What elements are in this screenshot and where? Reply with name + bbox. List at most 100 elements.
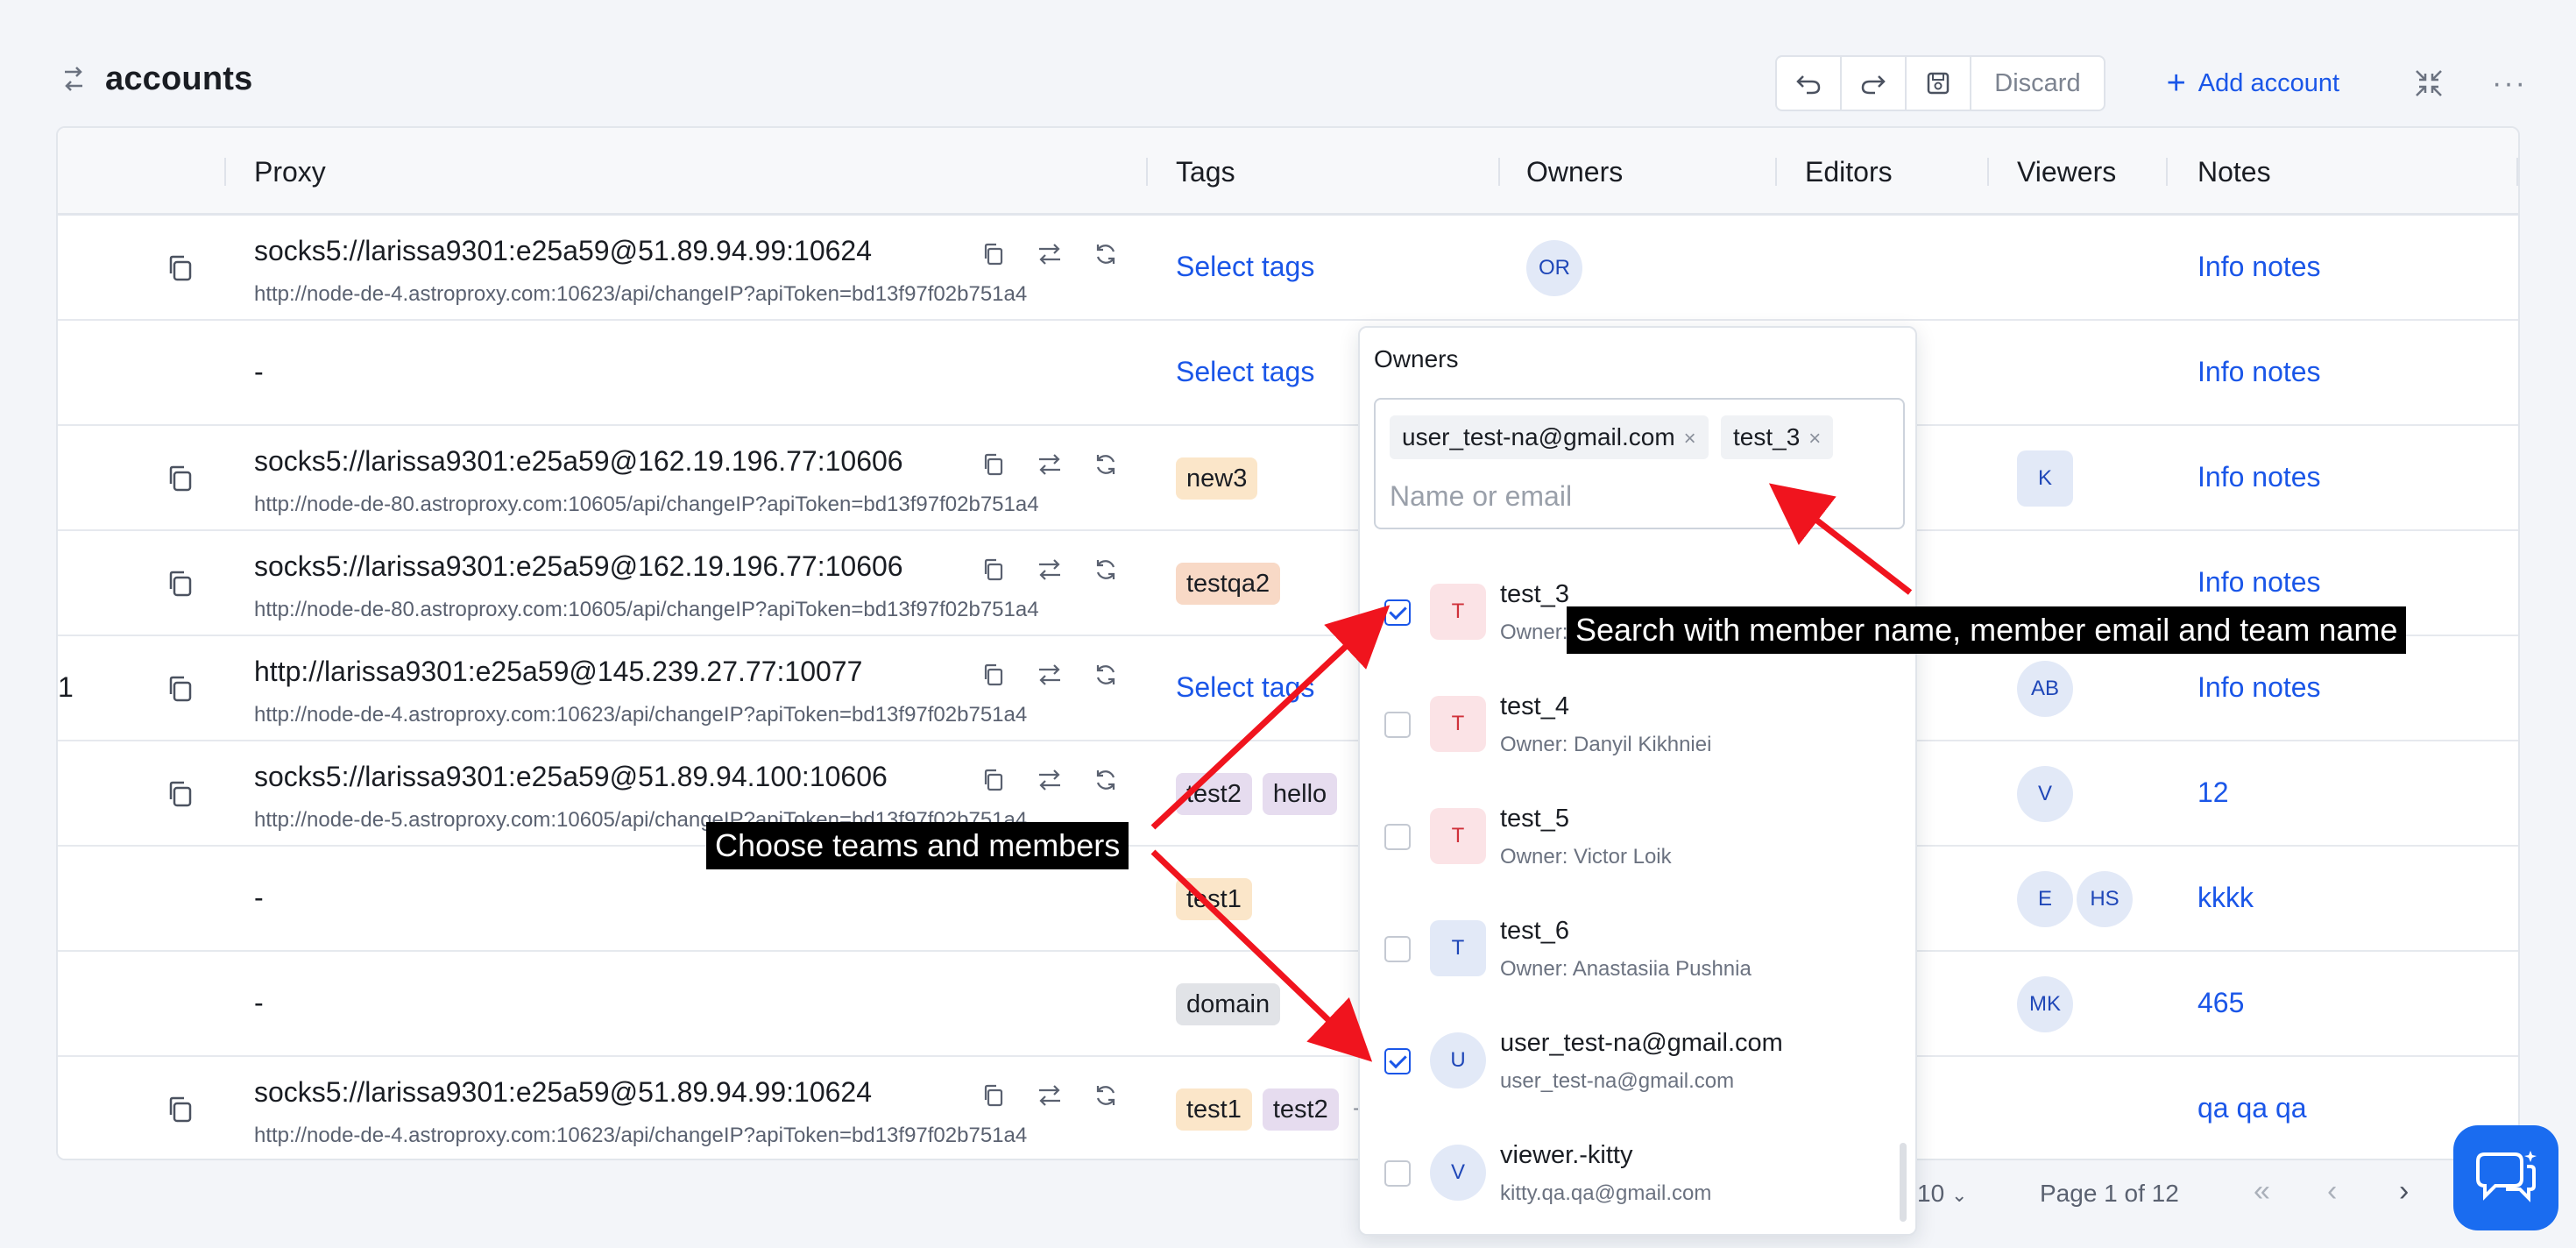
option-subtitle: Owner: Victor Loik bbox=[1500, 845, 1672, 869]
copy-proxy-icon[interactable] bbox=[978, 554, 1009, 585]
checkbox[interactable] bbox=[1384, 936, 1411, 962]
select-tags-link[interactable]: Select tags bbox=[1176, 671, 1314, 704]
notes-link[interactable]: kkkk bbox=[2197, 882, 2254, 914]
owners-search-field[interactable]: user_test-na@gmail.com × test_3 × Name or … bbox=[1374, 398, 1905, 529]
next-page-icon[interactable]: › bbox=[2399, 1174, 2409, 1209]
table-header: Proxy Tags Owners Editors Viewers Notes bbox=[58, 128, 2518, 216]
search-placeholder[interactable]: Name or email bbox=[1390, 480, 1572, 513]
owners-cell[interactable]: OR bbox=[1526, 240, 1582, 296]
refresh-icon[interactable] bbox=[1090, 554, 1122, 585]
column-header-tags[interactable]: Tags bbox=[1176, 128, 1235, 216]
copy-proxy-icon[interactable] bbox=[978, 1080, 1009, 1111]
viewers-cell[interactable]: E HS bbox=[2017, 871, 2133, 927]
notes-link[interactable]: Info notes bbox=[2197, 461, 2321, 493]
notes-link[interactable]: Info notes bbox=[2197, 566, 2321, 599]
tags-cell[interactable]: testqa2 bbox=[1176, 563, 1281, 605]
tags-cell[interactable]: domain bbox=[1176, 983, 1281, 1025]
dropdown-option[interactable]: T test_4 Owner: Danyil Kikhniei bbox=[1374, 680, 1900, 785]
checkbox[interactable] bbox=[1384, 824, 1411, 850]
refresh-icon[interactable] bbox=[1090, 764, 1122, 796]
tags-cell[interactable]: new3 bbox=[1176, 457, 1258, 500]
column-header-notes[interactable]: Notes bbox=[2197, 128, 2271, 216]
checkbox-checked[interactable] bbox=[1384, 1048, 1411, 1074]
checkbox[interactable] bbox=[1384, 712, 1411, 738]
swap-icon[interactable] bbox=[1034, 449, 1065, 480]
copy-proxy-icon[interactable] bbox=[978, 238, 1009, 270]
proxy-change-ip-url: http://node-de-4.astroproxy.com:10623/ap… bbox=[254, 703, 1028, 727]
swap-icon[interactable] bbox=[1034, 554, 1065, 585]
copy-icon[interactable] bbox=[165, 673, 196, 705]
dropdown-option[interactable]: T test_5 Owner: Victor Loik bbox=[1374, 792, 1900, 897]
more-menu-button[interactable]: ··· bbox=[2492, 67, 2527, 101]
copy-icon[interactable] bbox=[165, 568, 196, 599]
row-actions bbox=[978, 764, 1122, 796]
swap-icon[interactable] bbox=[1034, 238, 1065, 270]
column-header-viewers[interactable]: Viewers bbox=[2017, 128, 2116, 216]
tag: testqa2 bbox=[1176, 563, 1281, 605]
column-header-owners[interactable]: Owners bbox=[1526, 128, 1623, 216]
viewers-cell[interactable]: V bbox=[2017, 766, 2073, 822]
column-separator[interactable] bbox=[2516, 158, 2518, 186]
copy-icon[interactable] bbox=[165, 463, 196, 494]
notes-link[interactable]: Info notes bbox=[2197, 356, 2321, 388]
tags-cell[interactable]: test1 test2 + bbox=[1176, 1088, 1371, 1131]
column-separator[interactable] bbox=[1775, 158, 1777, 186]
refresh-icon[interactable] bbox=[1090, 659, 1122, 691]
prev-page-icon[interactable]: ‹ bbox=[2327, 1174, 2337, 1209]
checkbox[interactable] bbox=[1384, 1160, 1411, 1187]
copy-icon[interactable] bbox=[165, 778, 196, 810]
tags-cell[interactable]: test2 hello bbox=[1176, 773, 1338, 815]
proxy-address: - bbox=[254, 882, 264, 913]
tags-cell[interactable]: test1 bbox=[1176, 878, 1252, 920]
collapse-button[interactable] bbox=[2411, 66, 2446, 101]
chip-remove-icon[interactable]: × bbox=[1684, 427, 1696, 450]
dropdown-option[interactable]: V viewer.-kitty kitty.qa.qa@gmail.com bbox=[1374, 1129, 1900, 1234]
page-indicator: Page 1 of 12 bbox=[2040, 1180, 2179, 1207]
column-separator[interactable] bbox=[2166, 158, 2168, 186]
notes-link[interactable]: Info notes bbox=[2197, 251, 2321, 283]
swap-icon[interactable] bbox=[1034, 659, 1065, 691]
column-header-editors[interactable]: Editors bbox=[1805, 128, 1893, 216]
add-account-button[interactable]: + Add account bbox=[2167, 67, 2339, 100]
copy-icon[interactable] bbox=[165, 252, 196, 284]
support-chat-button[interactable] bbox=[2453, 1125, 2558, 1230]
copy-icon[interactable] bbox=[165, 1094, 196, 1125]
column-separator[interactable] bbox=[1498, 158, 1500, 186]
column-header-proxy[interactable]: Proxy bbox=[254, 128, 326, 216]
avatar: MK bbox=[2017, 976, 2073, 1032]
column-separator[interactable] bbox=[224, 158, 226, 186]
refresh-icon[interactable] bbox=[1090, 1080, 1122, 1111]
copy-proxy-icon[interactable] bbox=[978, 659, 1009, 691]
swap-icon[interactable] bbox=[1034, 1080, 1065, 1111]
copy-proxy-icon[interactable] bbox=[978, 449, 1009, 480]
swap-icon[interactable] bbox=[1034, 764, 1065, 796]
viewers-cell[interactable]: MK bbox=[2017, 976, 2073, 1032]
first-page-icon[interactable]: « bbox=[2254, 1174, 2270, 1209]
refresh-icon[interactable] bbox=[1090, 238, 1122, 270]
page-size-select[interactable]: 10 ⌄ bbox=[1917, 1180, 1967, 1208]
redo-button[interactable] bbox=[1842, 57, 1907, 110]
save-button[interactable] bbox=[1907, 57, 1972, 110]
dropdown-scrollbar[interactable] bbox=[1900, 1143, 1907, 1222]
copy-proxy-icon[interactable] bbox=[978, 764, 1009, 796]
undo-button[interactable] bbox=[1777, 57, 1843, 110]
viewers-cell[interactable]: AB bbox=[2017, 661, 2073, 717]
choose-callout: Choose teams and members bbox=[706, 822, 1129, 869]
select-tags-link[interactable]: Select tags bbox=[1176, 356, 1314, 388]
notes-link[interactable]: qa qa qa bbox=[2197, 1092, 2307, 1124]
select-tags-link[interactable]: Select tags bbox=[1176, 251, 1314, 283]
column-separator[interactable] bbox=[1146, 158, 1148, 186]
dropdown-option[interactable]: T test_6 Owner: Anastasiia Pushnia bbox=[1374, 904, 1900, 1010]
notes-link[interactable]: 465 bbox=[2197, 987, 2244, 1019]
chip-remove-icon[interactable]: × bbox=[1808, 427, 1821, 450]
notes-link[interactable]: Info notes bbox=[2197, 671, 2321, 704]
column-separator[interactable] bbox=[1987, 158, 1989, 186]
notes-link[interactable]: 12 bbox=[2197, 776, 2229, 809]
dropdown-option[interactable]: U user_test-na@gmail.com user_test-na@gm… bbox=[1374, 1017, 1900, 1122]
table-row: socks5://larissa9301:e25a59@51.89.94.99:… bbox=[58, 1057, 2518, 1159]
discard-button[interactable]: Discard bbox=[1971, 57, 2103, 110]
checkbox-checked[interactable] bbox=[1384, 599, 1411, 626]
refresh-icon[interactable] bbox=[1090, 449, 1122, 480]
viewers-cell[interactable]: K bbox=[2017, 450, 2073, 507]
search-callout: Search with member name, member email an… bbox=[1567, 606, 2407, 654]
